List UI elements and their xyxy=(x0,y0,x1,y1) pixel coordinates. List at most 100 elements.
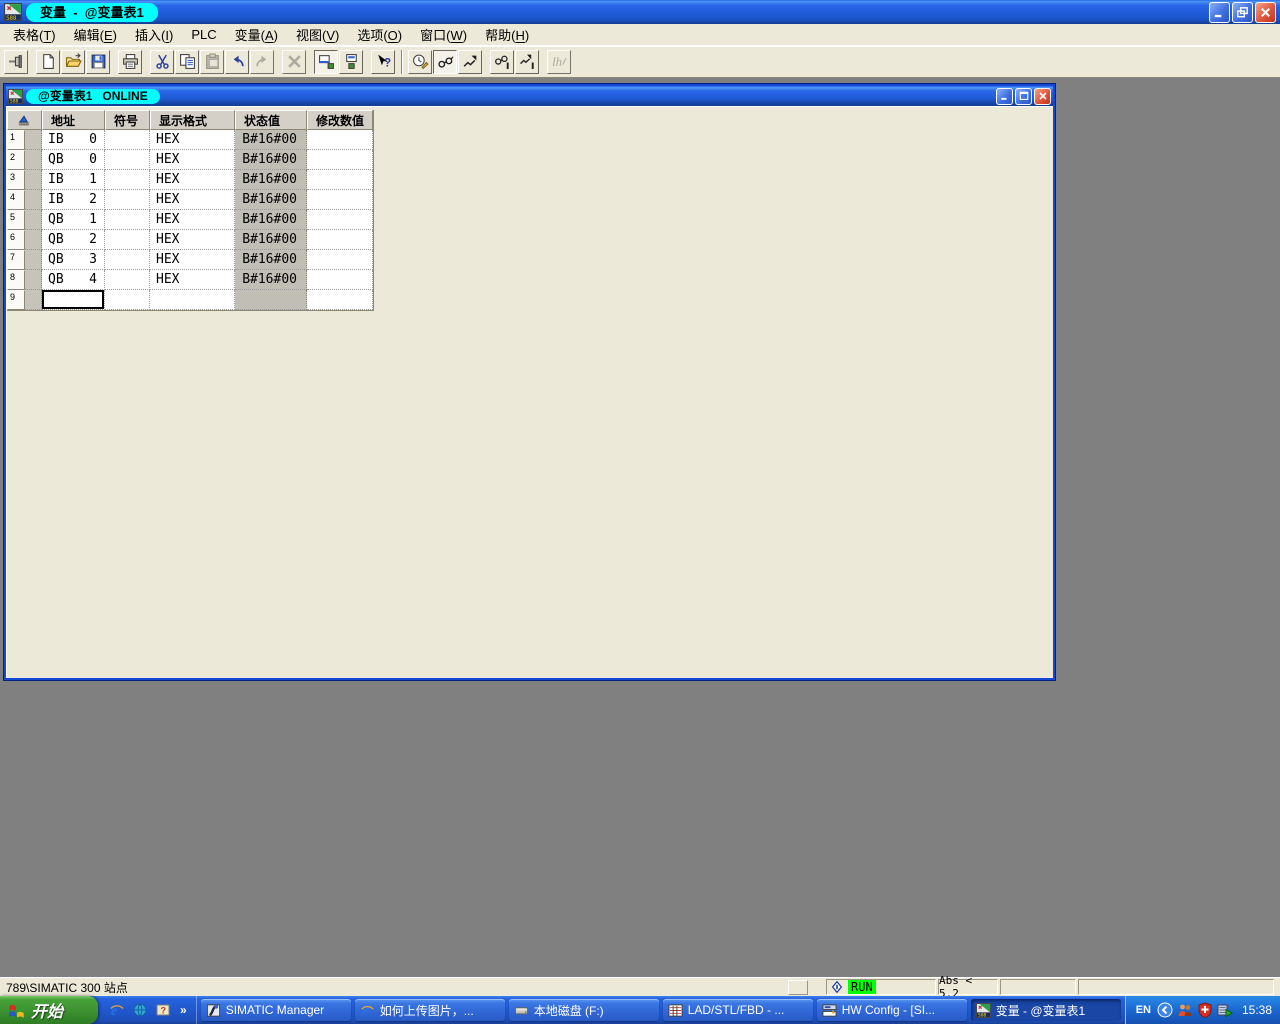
help-select-button[interactable]: ? xyxy=(371,50,395,74)
taskbar-button-2[interactable]: e如何上传图片，... xyxy=(355,999,505,1021)
format-cell[interactable]: HEX xyxy=(150,230,235,250)
internet-explorer-icon[interactable]: e xyxy=(108,1001,126,1019)
undo-button[interactable] xyxy=(225,50,249,74)
column-header-5[interactable]: 修改数值 xyxy=(307,110,373,130)
row-number-cell[interactable]: 9 xyxy=(7,290,25,310)
restore-button[interactable] xyxy=(1232,2,1253,23)
address-cell[interactable]: QB2 xyxy=(42,230,105,250)
address-cell[interactable]: IB1 xyxy=(42,170,105,190)
row-number-cell[interactable]: 7 xyxy=(7,250,25,270)
row-number-cell[interactable]: 3 xyxy=(7,170,25,190)
security-center-icon[interactable] xyxy=(1197,1002,1214,1019)
monitor-variables-button[interactable] xyxy=(433,50,457,74)
format-cell[interactable]: HEX xyxy=(150,210,235,230)
column-header-2[interactable]: 符号 xyxy=(105,110,150,130)
address-cell[interactable]: QB4 xyxy=(42,270,105,290)
save-button[interactable] xyxy=(86,50,110,74)
address-cell[interactable]: IB2 xyxy=(42,190,105,210)
menu-item-5[interactable]: 变量(A) xyxy=(226,23,287,46)
column-header-3[interactable]: 显示格式 xyxy=(150,110,235,130)
help-viewer-icon[interactable]: ? xyxy=(154,1001,172,1019)
taskbar-button-1[interactable]: SIMATIC Manager xyxy=(201,999,351,1021)
open-button[interactable] xyxy=(61,50,85,74)
address-cell[interactable]: QB3 xyxy=(42,250,105,270)
taskbar-button-6[interactable]: S88变量 - @变量表1 xyxy=(971,999,1121,1021)
taskbar-button-4[interactable]: LAD/STL/FBD - ... xyxy=(663,999,813,1021)
plc-runtime-icon[interactable] xyxy=(1217,1002,1234,1019)
menu-item-1[interactable]: 表格(T) xyxy=(4,23,65,46)
format-cell[interactable]: HEX xyxy=(150,170,235,190)
collapse-chevron-icon[interactable] xyxy=(1157,1002,1174,1019)
table-corner-header[interactable] xyxy=(7,110,42,130)
modify-once-button[interactable] xyxy=(515,50,539,74)
address-cell[interactable]: IB0 xyxy=(42,130,105,150)
pin-button[interactable] xyxy=(4,50,28,74)
start-button[interactable]: 开始 xyxy=(0,996,98,1024)
connect-direct-cpu-button[interactable] xyxy=(339,50,363,74)
modify-value-cell[interactable] xyxy=(307,250,373,270)
close-button[interactable] xyxy=(1255,2,1276,23)
windows-media-icon[interactable] xyxy=(131,1001,149,1019)
minimize-button[interactable] xyxy=(996,88,1013,105)
selected-cell[interactable] xyxy=(42,290,105,310)
modify-value-cell[interactable] xyxy=(307,170,373,190)
taskbar-button-3[interactable]: 本地磁盘 (F:) xyxy=(509,999,659,1021)
row-number-cell[interactable]: 8 xyxy=(7,270,25,290)
modify-variables-button[interactable] xyxy=(458,50,482,74)
symbol-cell[interactable] xyxy=(105,290,150,310)
maximize-button[interactable] xyxy=(1015,88,1032,105)
format-cell[interactable]: HEX xyxy=(150,190,235,210)
modify-value-cell[interactable] xyxy=(307,210,373,230)
symbol-cell[interactable] xyxy=(105,170,150,190)
modify-trigger-button[interactable] xyxy=(408,50,432,74)
modify-value-cell[interactable] xyxy=(307,190,373,210)
language-indicator[interactable]: EN xyxy=(1136,1004,1151,1016)
close-button[interactable] xyxy=(1034,88,1051,105)
format-cell[interactable] xyxy=(150,290,235,310)
row-number-cell[interactable]: 1 xyxy=(7,130,25,150)
row-number-cell[interactable]: 6 xyxy=(7,230,25,250)
symbol-cell[interactable] xyxy=(105,210,150,230)
menu-item-9[interactable]: 帮助(H) xyxy=(476,23,538,46)
menu-item-6[interactable]: 视图(V) xyxy=(287,23,348,46)
monitor-once-button[interactable] xyxy=(490,50,514,74)
symbol-cell[interactable] xyxy=(105,190,150,210)
menu-item-4[interactable]: PLC xyxy=(182,25,225,44)
messenger-icon[interactable] xyxy=(1177,1002,1194,1019)
symbol-cell[interactable] xyxy=(105,130,150,150)
modify-value-cell[interactable] xyxy=(307,270,373,290)
menu-item-3[interactable]: 插入(I) xyxy=(126,23,182,46)
address-cell[interactable]: QB0 xyxy=(42,150,105,170)
symbol-cell[interactable] xyxy=(105,250,150,270)
row-number-cell[interactable]: 4 xyxy=(7,190,25,210)
symbol-cell[interactable] xyxy=(105,150,150,170)
clock[interactable]: 15:38 xyxy=(1242,1003,1272,1017)
modify-value-cell[interactable] xyxy=(307,130,373,150)
vat-titlebar[interactable]: S88 @变量表1 ONLINE xyxy=(6,86,1053,106)
minimize-button[interactable] xyxy=(1209,2,1230,23)
modify-value-cell[interactable] xyxy=(307,290,373,310)
column-header-1[interactable]: 地址 xyxy=(42,110,105,130)
menu-item-8[interactable]: 窗口(W) xyxy=(411,23,476,46)
symbol-cell[interactable] xyxy=(105,270,150,290)
connect-configured-cpu-button[interactable] xyxy=(314,50,338,74)
format-cell[interactable]: HEX xyxy=(150,130,235,150)
new-button[interactable] xyxy=(36,50,60,74)
column-header-4[interactable]: 状态值 xyxy=(235,110,307,130)
menu-item-7[interactable]: 选项(O) xyxy=(348,23,411,46)
format-cell[interactable]: HEX xyxy=(150,270,235,290)
modify-value-cell[interactable] xyxy=(307,150,373,170)
menu-item-2[interactable]: 编辑(E) xyxy=(65,23,126,46)
quicklaunch-overflow-chevron[interactable]: » xyxy=(180,1003,187,1017)
copy-button[interactable] xyxy=(175,50,199,74)
row-number-cell[interactable]: 5 xyxy=(7,210,25,230)
address-cell[interactable]: QB1 xyxy=(42,210,105,230)
format-cell[interactable]: HEX xyxy=(150,250,235,270)
row-number-cell[interactable]: 2 xyxy=(7,150,25,170)
format-cell[interactable]: HEX xyxy=(150,150,235,170)
symbol-cell[interactable] xyxy=(105,230,150,250)
print-button[interactable] xyxy=(118,50,142,74)
cut-button[interactable] xyxy=(150,50,174,74)
taskbar-button-5[interactable]: HW Config - [SI... xyxy=(817,999,967,1021)
modify-value-cell[interactable] xyxy=(307,230,373,250)
